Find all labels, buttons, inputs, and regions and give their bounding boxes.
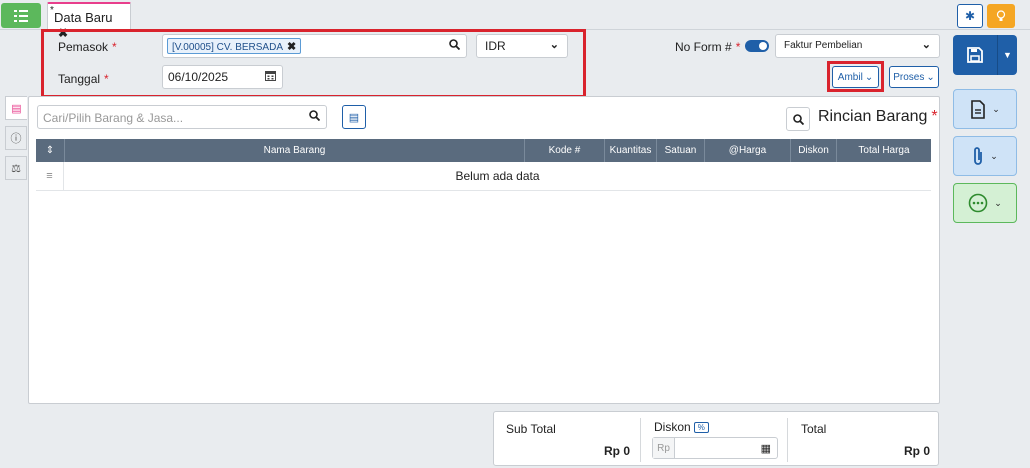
divider (787, 418, 788, 462)
remove-tag-icon[interactable]: ✖ (287, 41, 296, 53)
chevron-down-icon[interactable]: ▼ (997, 35, 1017, 75)
search-icon[interactable] (309, 110, 321, 124)
more-actions-button[interactable]: ⌄ (953, 183, 1017, 223)
ambil-button[interactable]: Ambil ⌄ (832, 66, 879, 88)
tab-data-baru[interactable]: * Data Baru ✖ (47, 2, 131, 40)
chevron-down-icon: ⌄ (992, 103, 1000, 114)
detail-title: Rincian Barang * (818, 108, 938, 125)
supplier-label: Pemasok * (58, 40, 117, 54)
column-header: Total Harga (836, 139, 931, 162)
item-search-input[interactable]: Cari/Pilih Barang & Jasa... (37, 105, 327, 129)
subtotal-label: Sub Total (506, 422, 556, 436)
menu-list-button[interactable] (1, 3, 41, 28)
lightbulb-icon (996, 10, 1006, 21)
tab-details[interactable]: ▤ (5, 96, 27, 120)
more-dots-icon (968, 193, 988, 213)
calendar-icon[interactable] (265, 70, 276, 84)
date-field[interactable]: 06/10/2025 (162, 65, 283, 89)
table-header: ⇕ Nama Barang Kode # Kuantitas Satuan @H… (36, 139, 931, 162)
chevron-down-icon: ⌄ (549, 39, 559, 51)
tips-button[interactable] (987, 4, 1015, 28)
settings-button[interactable]: ✱ (957, 4, 983, 28)
list-icon (14, 9, 28, 22)
tab-info[interactable]: ⓘ (5, 126, 27, 150)
chevron-down-icon: ⌄ (921, 39, 931, 51)
table-row: ≡ Belum ada data (36, 162, 931, 191)
search-icon (792, 113, 804, 125)
discount-label: Diskon% (654, 420, 709, 434)
attachment-button[interactable]: ⌄ (953, 136, 1017, 176)
column-header: Kode # (524, 139, 604, 162)
supplier-field[interactable]: [V.00005] CV. BERSADA ✖ (162, 34, 467, 58)
document-icon: ▤ (11, 102, 22, 115)
top-bar: * Data Baru ✖ ✱ (0, 0, 1030, 40)
column-header: @Harga (704, 139, 790, 162)
form-type-select[interactable]: Faktur Pembelian ⌄ (775, 34, 940, 58)
document-list-button[interactable]: ▤ (342, 105, 366, 129)
detail-search-button[interactable] (786, 107, 810, 131)
document-icon (971, 99, 986, 119)
chevron-down-icon: ⌄ (994, 197, 1002, 208)
document-actions-button[interactable]: ⌄ (953, 89, 1017, 129)
total-label: Total (801, 422, 827, 436)
total-value: Rp 0 (904, 444, 931, 458)
currency-select[interactable]: IDR ⌄ (476, 34, 568, 58)
proses-button[interactable]: Proses ⌄ (889, 66, 939, 88)
chevron-down-icon: ⌄ (926, 71, 935, 83)
date-label: Tanggal * (58, 72, 109, 86)
totals-panel: Sub Total Rp 0 Diskon% Rp ▦ Total Rp 0 (493, 411, 939, 466)
column-header: Nama Barang (64, 139, 524, 162)
gear-icon: ✱ (964, 9, 976, 23)
percent-toggle[interactable]: % (693, 422, 709, 433)
search-icon[interactable] (449, 39, 461, 53)
save-button[interactable]: ▼ (953, 35, 1017, 75)
cost-icon: ⚖ (11, 162, 21, 175)
document-icon: ▤ (348, 111, 360, 124)
chevron-down-icon: ⌄ (990, 150, 998, 161)
column-header: Kuantitas (604, 139, 656, 162)
supplier-tag: [V.00005] CV. BERSADA ✖ (167, 38, 302, 54)
detail-panel: Cari/Pilih Barang & Jasa... ▤ Rincian Ba… (28, 96, 940, 404)
tab-costs[interactable]: ⚖ (5, 156, 27, 180)
divider (640, 418, 641, 462)
calculator-icon[interactable]: ▦ (761, 442, 771, 455)
column-sort[interactable]: ⇕ (36, 139, 64, 162)
currency-prefix: Rp (653, 438, 675, 458)
floppy-icon (953, 35, 997, 75)
unsaved-marker: * (50, 5, 54, 16)
discount-input[interactable]: Rp ▦ (652, 437, 778, 459)
subtotal-value: Rp 0 (604, 444, 631, 458)
form-number-label: No Form # * (675, 40, 741, 54)
column-header: Diskon (790, 139, 836, 162)
empty-state-text: Belum ada data (455, 169, 540, 183)
paperclip-icon (974, 147, 983, 165)
column-header: Satuan (656, 139, 704, 162)
auto-number-toggle[interactable] (745, 40, 769, 52)
drag-handle-icon[interactable]: ≡ (36, 162, 64, 190)
tab-title: Data Baru (54, 10, 113, 25)
chevron-down-icon: ⌄ (864, 71, 874, 83)
info-icon: ⓘ (10, 133, 22, 145)
